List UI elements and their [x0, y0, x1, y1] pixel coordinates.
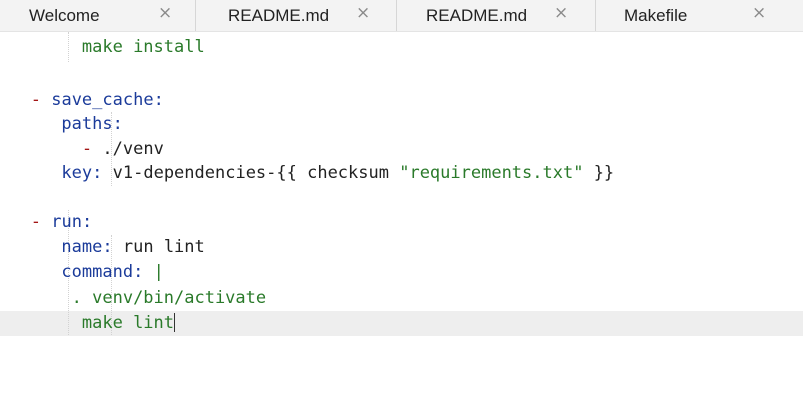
- tab-readme-2[interactable]: README.md ×: [397, 0, 595, 31]
- close-icon[interactable]: ×: [356, 3, 370, 23]
- code-line-9: name: run lint: [61, 237, 205, 257]
- script-text: make install: [81, 37, 205, 57]
- close-icon[interactable]: ×: [158, 3, 172, 23]
- code-line-6: key: v1-dependencies-{{ checksum "requir…: [61, 163, 615, 183]
- yaml-key: name: [61, 237, 103, 257]
- code-line-10: command: |: [61, 262, 164, 282]
- tab-readme-1[interactable]: README.md ×: [196, 0, 396, 31]
- tab-welcome[interactable]: Welcome ×: [0, 0, 195, 31]
- tab-label: Welcome: [29, 6, 100, 25]
- code-line-12: make lint: [0, 311, 176, 336]
- list-dash: -: [81, 139, 93, 159]
- code-line-5: - ./venv: [0, 137, 164, 162]
- code-editor[interactable]: make install - save_cache: paths: - ./ve…: [0, 32, 803, 401]
- yaml-value: v1-dependencies-{{ checksum: [112, 163, 400, 183]
- tab-makefile[interactable]: Makefile ×: [596, 0, 803, 31]
- yaml-key: run: [51, 212, 82, 232]
- yaml-key: command: [61, 262, 134, 282]
- code-line-11: . venv/bin/activate: [0, 286, 266, 311]
- yaml-key: paths: [61, 114, 113, 134]
- code-line-4: paths:: [61, 114, 123, 134]
- yaml-string: "requirements.txt": [399, 163, 584, 183]
- script-text: . venv/bin/activate: [71, 288, 267, 308]
- tab-bar: Welcome × README.md × README.md × Makefi…: [0, 0, 803, 32]
- editor-window: Welcome × README.md × README.md × Makefi…: [0, 0, 803, 401]
- tab-label: README.md: [228, 6, 330, 25]
- tab-label: Makefile: [624, 6, 688, 25]
- yaml-key: key: [61, 163, 93, 183]
- script-text: make lint: [81, 313, 175, 333]
- code-line-1: make install: [0, 35, 205, 60]
- close-icon[interactable]: ×: [554, 3, 568, 23]
- close-icon[interactable]: ×: [752, 3, 766, 23]
- yaml-value: run lint: [122, 237, 205, 257]
- code-line-3: - save_cache:: [30, 90, 164, 110]
- list-dash: -: [30, 90, 41, 110]
- block-indicator: |: [153, 262, 164, 282]
- yaml-key: save_cache: [51, 90, 154, 110]
- text-cursor: [174, 313, 176, 332]
- code-line-8: - run:: [30, 212, 93, 232]
- tab-label: README.md: [426, 6, 528, 25]
- yaml-value: ./venv: [102, 139, 164, 159]
- list-dash: -: [30, 212, 41, 232]
